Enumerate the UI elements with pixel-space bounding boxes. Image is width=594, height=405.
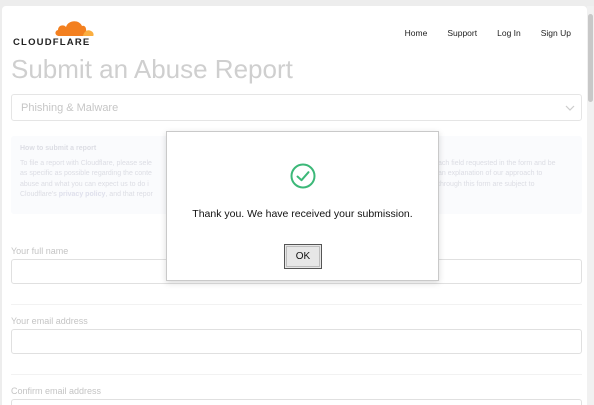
ok-button[interactable]: OK	[284, 244, 322, 269]
cloudflare-logo[interactable]: CLOUDFLARE	[13, 17, 97, 49]
nav-support[interactable]: Support	[437, 28, 487, 38]
full-name-label: Your full name	[11, 246, 69, 256]
report-type-select[interactable]: Phishing & Malware	[11, 94, 582, 121]
info-text-1b: ach field requested in the form and be	[438, 159, 556, 167]
scrollbar-thumb[interactable]	[588, 14, 593, 102]
confirmation-dialog: Thank you. We have received your submiss…	[166, 131, 439, 281]
info-text-4a: Cloudflare's	[20, 191, 57, 198]
email-label: Your email address	[11, 316, 88, 326]
nav-sign-up[interactable]: Sign Up	[531, 28, 581, 38]
info-text-1: To file a report with Cloudflare, please…	[20, 159, 152, 167]
logo-text: CLOUDFLARE	[13, 37, 91, 48]
info-text-2b: an explanation of our approach to	[438, 170, 543, 177]
browser-frame: CLOUDFLARE Home Support Log In Sign Up S…	[0, 0, 594, 405]
email-input[interactable]	[11, 329, 582, 354]
nav-log-in[interactable]: Log In	[487, 28, 531, 38]
cloud-icon	[55, 21, 94, 36]
top-nav: Home Support Log In Sign Up	[395, 28, 581, 38]
confirm-email-input[interactable]	[11, 399, 582, 405]
info-text-2: as specific as possible regarding the co…	[20, 170, 152, 177]
confirm-email-label: Confirm email address	[11, 386, 102, 396]
nav-home[interactable]: Home	[395, 28, 438, 38]
check-circle-icon	[290, 163, 316, 189]
dialog-message: Thank you. We have received your submiss…	[192, 208, 413, 220]
info-text-3b: through this form are subject to	[438, 180, 535, 188]
scrollbar[interactable]	[587, 6, 594, 405]
divider	[11, 304, 582, 305]
report-type-value: Phishing & Malware	[21, 102, 119, 114]
divider	[11, 374, 582, 375]
privacy-policy-link[interactable]: privacy policy	[59, 191, 106, 198]
chevron-down-icon	[565, 105, 575, 111]
info-text-4b: , and that repor	[105, 191, 153, 198]
info-text-3: abuse and what you can expect us to do i	[20, 180, 149, 188]
page-title: Submit an Abuse Report	[11, 54, 293, 84]
